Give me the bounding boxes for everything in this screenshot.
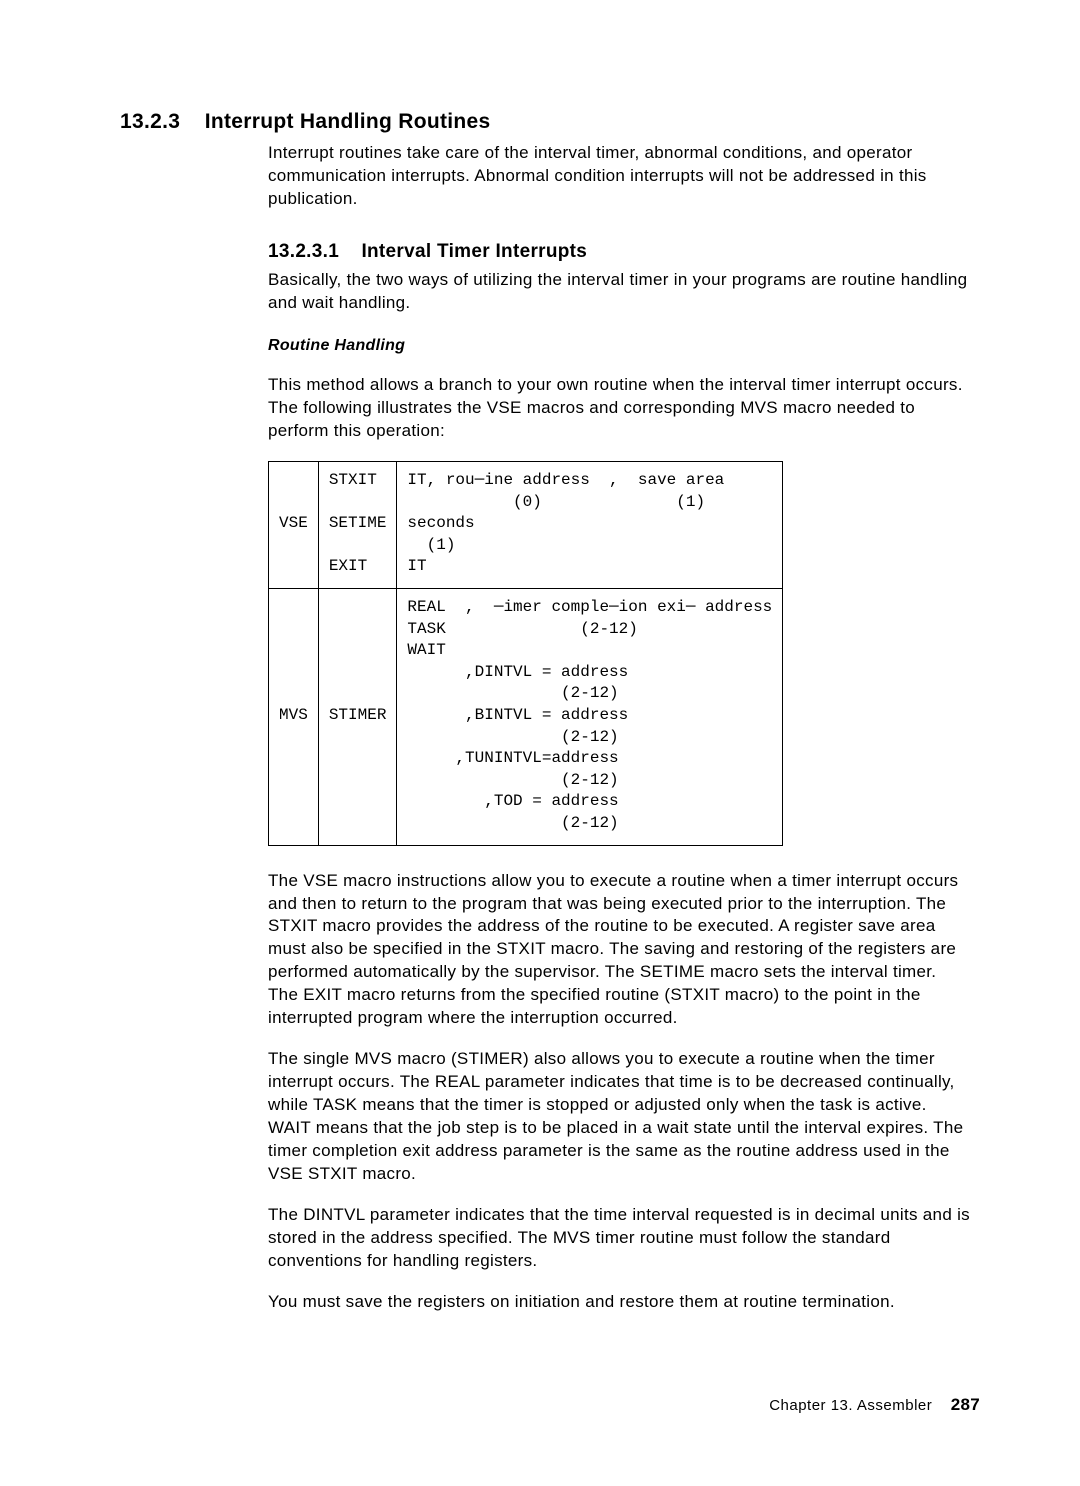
after-p4: You must save the registers on initiatio… — [268, 1291, 970, 1314]
cell-macros: STIMER — [318, 589, 397, 846]
cell-params: REAL , ─imer comple─ion exi─ address TAS… — [397, 589, 783, 846]
footer-chapter: Chapter 13. Assembler — [769, 1397, 932, 1414]
cell-macros: STXIT SETIME EXIT — [318, 462, 397, 589]
routine-para1: This method allows a branch to your own … — [268, 374, 970, 443]
section-number: 13.2.3 — [120, 110, 180, 133]
cell-os: VSE — [269, 462, 319, 589]
section-intro: Interrupt routines take care of the inte… — [268, 142, 970, 211]
subsection-heading: 13.2.3.1 Interval Timer Interrupts — [268, 239, 970, 265]
after-p3: The DINTVL parameter indicates that the … — [268, 1204, 970, 1273]
table-row: MVS STIMER REAL , ─imer comple─ion exi─ … — [269, 589, 783, 846]
cell-params: IT, rou─ine address , save area (0) (1) … — [397, 462, 783, 589]
after-p1: The VSE macro instructions allow you to … — [268, 870, 970, 1031]
subsection-title: Interval Timer Interrupts — [361, 241, 587, 262]
cell-os: MVS — [269, 589, 319, 846]
macro-table: VSE STXIT SETIME EXIT IT, rou─ine addres… — [268, 461, 783, 846]
subsection-intro: Basically, the two ways of utilizing the… — [268, 269, 970, 315]
subsection-number: 13.2.3.1 — [268, 241, 339, 262]
table-row: VSE STXIT SETIME EXIT IT, rou─ine addres… — [269, 462, 783, 589]
section-title: Interrupt Handling Routines — [205, 110, 491, 133]
after-p2: The single MVS macro (STIMER) also allow… — [268, 1048, 970, 1186]
routine-heading: Routine Handling — [268, 335, 970, 357]
footer-page-number: 287 — [951, 1395, 980, 1414]
section-heading: 13.2.3 Interrupt Handling Routines — [120, 108, 980, 136]
